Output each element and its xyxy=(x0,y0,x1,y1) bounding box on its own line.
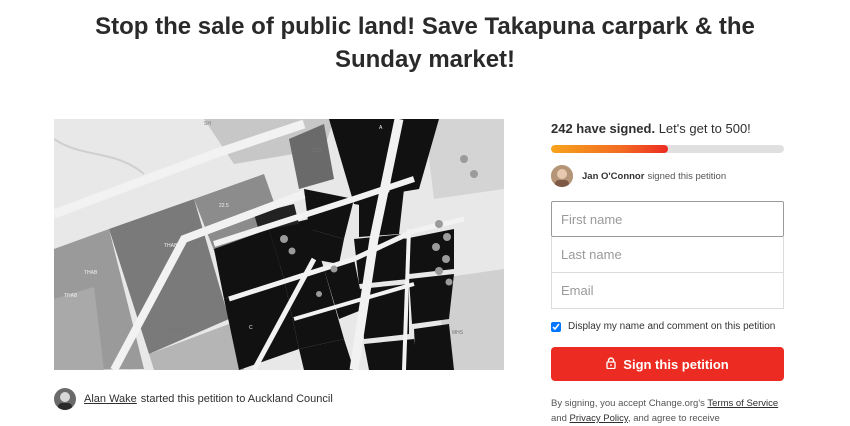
starter-avatar xyxy=(54,388,76,410)
signature-count: 242 have signed. Let's get to 500! xyxy=(551,121,751,136)
starter-name-link[interactable]: Alan Wake xyxy=(84,393,137,405)
sign-button-label: Sign this petition xyxy=(623,356,729,372)
map-label: C xyxy=(249,325,253,331)
email-input[interactable] xyxy=(551,273,784,309)
map-label: 22.5 xyxy=(219,203,229,209)
first-name-input[interactable] xyxy=(551,201,784,237)
map-label: SH xyxy=(204,121,211,127)
signer-text: signed this petition xyxy=(647,170,727,182)
starter-text: started this petition to Auckland Counci… xyxy=(140,393,333,405)
display-name-label: Display my name and comment on this peti… xyxy=(568,321,776,332)
legal-prefix: By signing, you accept Change.org's xyxy=(551,398,705,409)
signer-name: Jan O'Connor xyxy=(582,170,645,182)
last-name-input[interactable] xyxy=(551,237,784,273)
map-label: THAB 19.5 xyxy=(164,328,189,334)
signature-progress-bar xyxy=(551,145,784,153)
map-label: THAB xyxy=(64,293,78,299)
lock-icon xyxy=(606,356,616,372)
recent-signer: Jan O'Connor signed this petition xyxy=(551,165,726,187)
goal-text: Let's get to 500! xyxy=(658,121,751,136)
display-name-checkbox[interactable] xyxy=(551,321,561,332)
map-label: THAB xyxy=(84,270,98,276)
signature-progress-fill xyxy=(551,145,668,153)
signer-avatar xyxy=(551,165,573,187)
signed-count: 242 have signed. xyxy=(551,121,656,136)
display-name-option[interactable]: Display my name and comment on this peti… xyxy=(551,321,775,332)
terms-link[interactable]: Terms of Service xyxy=(707,398,778,409)
signature-form xyxy=(551,201,784,309)
sign-petition-button[interactable]: Sign this petition xyxy=(551,347,784,381)
map-label: MHS xyxy=(452,330,464,336)
zoning-map-image: THAB 22.5 THAB THAB A B C MHS SH 22.5 TH… xyxy=(54,119,504,370)
petition-starter: Alan Wake started this petition to Auckl… xyxy=(54,388,333,410)
legal-notice: By signing, you accept Change.org's Term… xyxy=(551,396,784,426)
map-label: 22.5 xyxy=(312,148,322,154)
petition-title: Stop the sale of public land! Save Takap… xyxy=(95,13,755,73)
map-label: THAB xyxy=(164,243,178,249)
zoning-map: THAB 22.5 THAB THAB A B C MHS SH 22.5 TH… xyxy=(54,119,504,370)
